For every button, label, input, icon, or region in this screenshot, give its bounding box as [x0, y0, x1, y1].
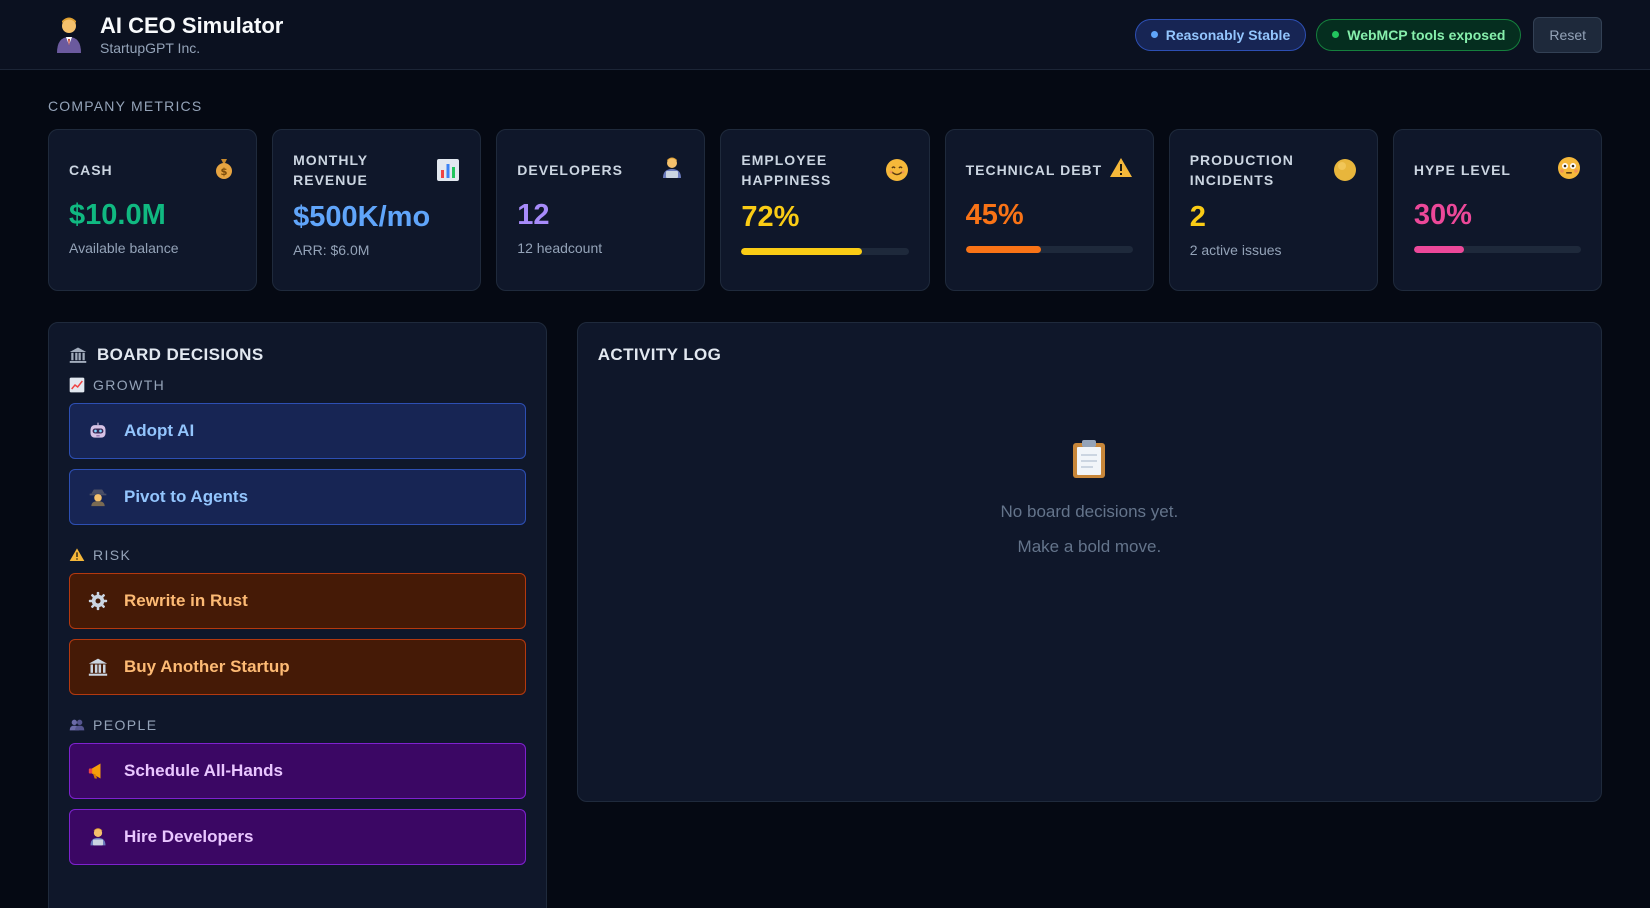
- metric-value: 12: [517, 199, 550, 231]
- metric-developers: DEVELOPERS 12 12 headcount: [496, 129, 706, 291]
- hire-developers-button[interactable]: Hire Developers: [69, 809, 526, 865]
- people-icon: [69, 719, 85, 731]
- decision-label: Schedule All-Hands: [124, 761, 284, 780]
- app-title: AI CEO Simulator: [100, 12, 284, 38]
- group-growth-title: GROWTH: [69, 377, 526, 393]
- schedule-all-hands-button[interactable]: Schedule All-Hands: [69, 743, 526, 799]
- pivot-to-agents-button[interactable]: Pivot to Agents: [69, 469, 526, 525]
- metric-happiness: EMPLOYEE HAPPINESS 72%: [720, 129, 930, 291]
- metric-label: MONTHLY REVENUE: [293, 152, 368, 188]
- metric-incidents: PRODUCTION INCIDENTS 2 2 active issues: [1168, 129, 1378, 291]
- group-risk-label: RISK: [93, 547, 132, 563]
- tech-debt-bar: [965, 246, 1133, 253]
- money-bag-icon: $: [216, 159, 233, 179]
- metric-label: CASH: [69, 162, 113, 178]
- metric-label: EMPLOYEE HAPPINESS: [741, 152, 832, 188]
- mcp-badge: WebMCP tools exposed: [1316, 18, 1522, 51]
- smiling-face-icon: [885, 159, 908, 181]
- company-name: StartupGPT Inc.: [100, 39, 201, 56]
- group-people-title: PEOPLE: [69, 717, 526, 733]
- rewrite-in-rust-button[interactable]: Rewrite in Rust: [69, 573, 526, 629]
- happiness-bar-fill: [741, 248, 862, 255]
- metrics-section-title: COMPANY METRICS: [48, 98, 203, 114]
- metric-sub: 2 active issues: [1189, 242, 1282, 258]
- app-header: AI CEO Simulator StartupGPT Inc. Reasona…: [0, 0, 1650, 70]
- metric-revenue: MONTHLY REVENUE $500K/mo ARR: $6.0M: [272, 129, 482, 291]
- metric-value: 72%: [741, 201, 800, 233]
- svg-text:$: $: [221, 167, 228, 178]
- stability-text: Reasonably Stable: [1165, 26, 1291, 43]
- metric-label: TECHNICAL DEBT: [965, 162, 1103, 178]
- status-dot-icon: [1150, 31, 1158, 38]
- metric-value: $500K/mo: [293, 201, 431, 233]
- metric-label: PRODUCTION INCIDENTS: [1189, 152, 1294, 188]
- metric-hype: HYPE LEVEL 30%: [1392, 129, 1602, 291]
- metrics-row: CASH $ $10.0M Available balance MONTHLY …: [48, 129, 1602, 291]
- main-content: COMPANY METRICS CASH $ $10.0M Available …: [0, 70, 1650, 908]
- ceo-avatar-icon: [57, 17, 81, 53]
- decision-label: Buy Another Startup: [124, 657, 290, 676]
- metric-label: DEVELOPERS: [517, 162, 623, 178]
- mcp-text: WebMCP tools exposed: [1347, 26, 1506, 43]
- metric-tech-debt: TECHNICAL DEBT 45%: [944, 129, 1154, 291]
- flushed-face-icon: [1557, 157, 1580, 179]
- metric-value: 45%: [965, 199, 1024, 231]
- group-growth-label: GROWTH: [93, 377, 166, 393]
- metric-cash: CASH $ $10.0M Available balance: [48, 129, 258, 291]
- decision-label: Adopt AI: [124, 421, 195, 440]
- warning-icon: [69, 548, 85, 561]
- group-risk-title: RISK: [69, 547, 526, 563]
- board-title: BOARD DECISIONS: [69, 345, 526, 365]
- metric-value: $10.0M: [69, 199, 166, 231]
- adopt-ai-button[interactable]: Adopt AI: [69, 403, 526, 459]
- technologist-icon: [663, 157, 682, 178]
- megaphone-icon: [88, 763, 101, 779]
- yellow-circle-icon: [1333, 159, 1356, 181]
- activity-empty-state: No board decisions yet. Make a bold move…: [598, 439, 1581, 564]
- empty-message: No board decisions yet.: [1000, 502, 1179, 521]
- metric-sub: ARR: $6.0M: [293, 242, 370, 258]
- gear-icon: [88, 591, 108, 611]
- brand: AI CEO Simulator StartupGPT Inc.: [54, 12, 284, 56]
- group-people-label: PEOPLE: [93, 717, 158, 733]
- robot-icon: [90, 422, 106, 438]
- technologist-icon: [90, 828, 106, 846]
- hype-bar: [1413, 246, 1581, 253]
- metric-sub: 12 headcount: [517, 240, 603, 256]
- bar-chart-icon: [437, 159, 460, 181]
- empty-hint: Make a bold move.: [1017, 537, 1162, 556]
- classical-building-icon: [69, 347, 87, 363]
- decision-label: Pivot to Agents: [124, 487, 249, 506]
- board-title-text: BOARD DECISIONS: [97, 345, 264, 364]
- metric-sub: Available balance: [69, 240, 179, 256]
- decision-label: Hire Developers: [124, 827, 254, 846]
- tech-debt-bar-fill: [965, 246, 1041, 253]
- reset-button[interactable]: Reset: [1533, 16, 1602, 53]
- activity-title: ACTIVITY LOG: [597, 345, 722, 364]
- metric-label: HYPE LEVEL: [1413, 162, 1511, 178]
- status-dot-icon: [1332, 31, 1340, 38]
- metric-value: 2: [1189, 201, 1206, 233]
- clipboard-icon: [1073, 440, 1106, 478]
- metric-value: 30%: [1413, 199, 1472, 231]
- happiness-bar: [741, 248, 909, 255]
- detective-icon: [89, 489, 107, 507]
- stability-badge: Reasonably Stable: [1134, 18, 1307, 51]
- lower-section: BOARD DECISIONS GROWTH Adopt AI Pivot to…: [48, 322, 1602, 908]
- board-decisions-panel: BOARD DECISIONS GROWTH Adopt AI Pivot to…: [48, 322, 547, 908]
- hype-bar-fill: [1413, 246, 1464, 253]
- classical-building-icon: [88, 658, 108, 676]
- chart-increasing-icon: [69, 377, 85, 393]
- warning-icon: [1109, 158, 1132, 177]
- activity-log-panel: ACTIVITY LOG No board decisions yet. Mak…: [576, 322, 1602, 802]
- decision-label: Rewrite in Rust: [124, 591, 248, 610]
- header-actions: Reasonably Stable WebMCP tools exposed R…: [1134, 16, 1602, 53]
- buy-another-startup-button[interactable]: Buy Another Startup: [69, 639, 526, 695]
